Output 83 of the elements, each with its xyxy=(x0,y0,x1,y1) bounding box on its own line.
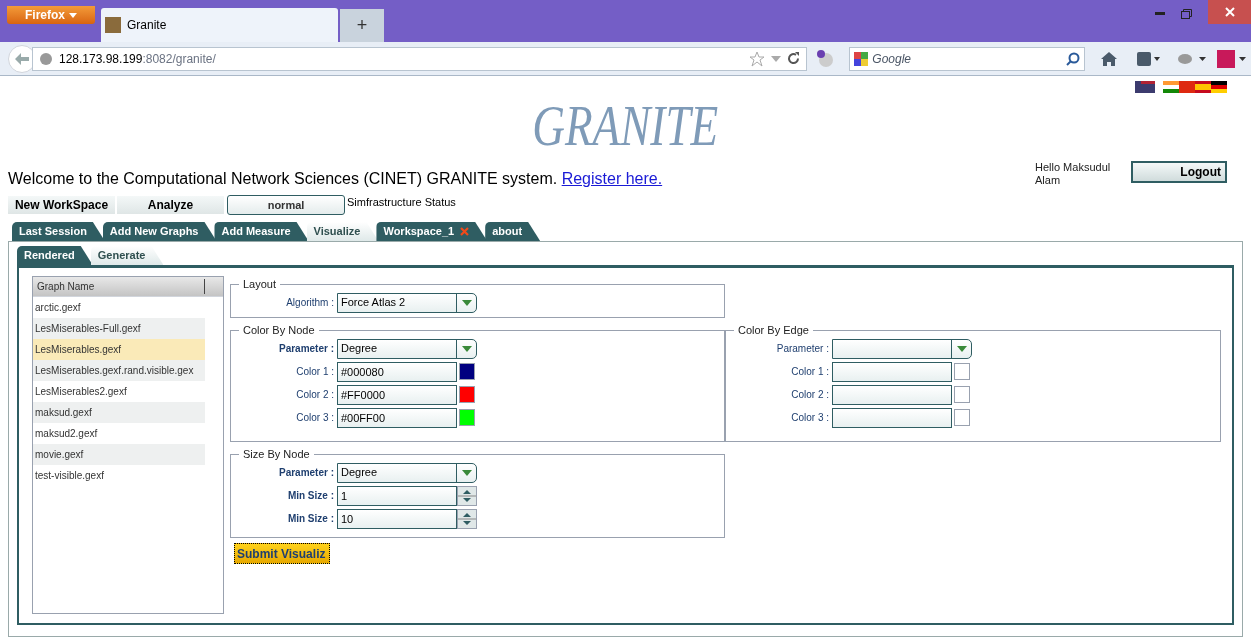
input-field[interactable]: 1 xyxy=(337,485,457,506)
status-label: Simfrastructure Status xyxy=(347,194,456,210)
tab[interactable]: Add Measure xyxy=(214,222,309,241)
toolbar-button[interactable]: Analyze xyxy=(117,196,224,214)
close-button[interactable] xyxy=(1208,0,1251,24)
dropdown[interactable]: Degree xyxy=(337,338,477,359)
field-label: Parameter : xyxy=(277,342,334,356)
close-icon xyxy=(1224,7,1235,17)
dropdown[interactable]: Degree xyxy=(337,462,477,483)
tab[interactable]: Visualize xyxy=(306,222,379,241)
section-title: Color By Node xyxy=(242,323,316,338)
dropdown-arrow-icon xyxy=(771,55,782,62)
field-label: Parameter : xyxy=(277,466,334,480)
subtab[interactable]: Rendered xyxy=(17,246,93,265)
input-field[interactable] xyxy=(832,384,952,405)
favicon-icon xyxy=(105,17,121,33)
column-header[interactable]: Graph Name xyxy=(33,277,223,297)
tab[interactable]: Workspace_1 xyxy=(376,222,488,241)
field-label: Color 3 : xyxy=(295,411,334,425)
graph-list-item[interactable]: maksud.gexf xyxy=(33,402,205,423)
field-label: Color 2 : xyxy=(790,388,829,402)
tab-title: Granite xyxy=(127,17,167,34)
input-field[interactable]: #00FF00 xyxy=(337,407,457,428)
field-label: Algorithm : xyxy=(285,296,334,310)
color-swatch[interactable] xyxy=(459,363,475,380)
browser-tab[interactable]: Granite xyxy=(101,8,338,42)
bookmarks-icon[interactable] xyxy=(1137,51,1162,66)
spinner-arrows-icon[interactable] xyxy=(457,485,477,506)
subtab[interactable]: Generate xyxy=(90,246,164,265)
color-swatch[interactable] xyxy=(459,386,475,403)
caret-icon xyxy=(69,12,77,18)
language-flags-icon[interactable] xyxy=(1135,81,1227,93)
address-bar[interactable]: 128.173.98.199:8082/granite/ xyxy=(32,46,808,71)
site-logo: GRANITE xyxy=(532,93,719,159)
toolbar-button[interactable]: New WorkSpace xyxy=(8,196,115,214)
section-title: Layout xyxy=(242,277,278,292)
spinner-arrows-icon[interactable] xyxy=(457,508,477,529)
url-text: 128.173.98.199:8082/granite/ xyxy=(59,50,217,68)
field-label: Color 1 : xyxy=(790,365,829,379)
register-link[interactable]: Register here. xyxy=(561,170,663,187)
section-title: Size By Node xyxy=(242,447,311,462)
input-field[interactable] xyxy=(832,407,952,428)
search-icon xyxy=(1066,51,1081,66)
welcome-text: Welcome to the Computational Network Sciences (CINET) GRANITE system. xyxy=(8,170,558,187)
search-bar[interactable]: Google xyxy=(849,46,1086,71)
star-icon xyxy=(749,50,766,67)
field-label: Color 2 : xyxy=(295,388,334,402)
logout-button[interactable]: Logout xyxy=(1131,161,1227,183)
field-label: Color 1 : xyxy=(295,365,334,379)
color-swatch[interactable] xyxy=(954,409,970,426)
field-label: Parameter : xyxy=(775,342,829,356)
input-field[interactable]: #000080 xyxy=(337,361,457,382)
tab[interactable]: Last Session xyxy=(12,222,105,241)
color-swatch[interactable] xyxy=(459,409,475,426)
color-swatch[interactable] xyxy=(954,363,970,380)
graph-list-item[interactable]: LesMiserables.gexf.rand.visible.gex xyxy=(33,360,205,381)
close-icon xyxy=(460,227,470,236)
graph-list-item[interactable]: LesMiserables.gexf xyxy=(33,339,205,360)
tab[interactable]: about xyxy=(485,222,541,241)
section-title: Color By Edge xyxy=(737,323,810,338)
color-swatch[interactable] xyxy=(954,386,970,403)
field-label: Min Size : xyxy=(286,512,334,526)
field-label: Min Size : xyxy=(286,489,334,503)
dropdown[interactable] xyxy=(832,338,972,359)
graph-list-item[interactable]: LesMiserables-Full.gexf xyxy=(33,318,205,339)
graph-list-item[interactable]: movie.gexf xyxy=(33,444,205,465)
dropdown[interactable]: Force Atlas 2 xyxy=(337,292,477,313)
home-icon[interactable] xyxy=(1101,51,1118,66)
input-field[interactable]: 10 xyxy=(337,508,457,529)
tab[interactable]: Add New Graphs xyxy=(102,222,217,241)
globe-icon xyxy=(39,51,53,66)
input-field[interactable]: #FF0000 xyxy=(337,384,457,405)
restore-icon[interactable] xyxy=(1181,9,1192,19)
back-arrow-icon xyxy=(15,52,29,65)
google-icon xyxy=(854,51,869,66)
input-field[interactable] xyxy=(832,361,952,382)
user-greeting: Hello Maksudul Alam xyxy=(1035,161,1112,187)
submit-button[interactable]: Submit Visualiz xyxy=(234,543,330,564)
reload-icon xyxy=(787,52,801,65)
field-label: Color 3 : xyxy=(790,411,829,425)
new-tab-button[interactable]: + xyxy=(340,9,384,42)
search-field[interactable]: Google xyxy=(872,49,1063,68)
status-field: normal xyxy=(227,195,345,215)
